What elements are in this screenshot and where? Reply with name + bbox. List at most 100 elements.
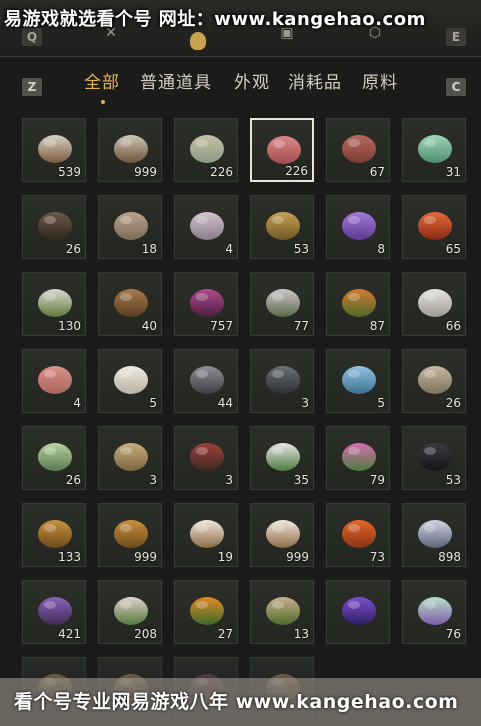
inventory-slot[interactable]: 44	[174, 349, 238, 413]
inventory-slot[interactable]: 53	[402, 426, 466, 490]
item-count: 44	[217, 396, 233, 410]
red-gem-icon	[413, 204, 457, 244]
spark-flower-icon	[413, 512, 457, 552]
next-category-key-c[interactable]: C	[446, 78, 466, 96]
tab-consumables[interactable]: 消耗品	[288, 68, 342, 93]
prev-category-key-z[interactable]: Z	[22, 78, 42, 96]
item-count: 26	[445, 396, 461, 410]
inventory-slot[interactable]: 757	[174, 272, 238, 336]
item-count: 79	[369, 473, 385, 487]
inventory-slot[interactable]: 999	[250, 503, 314, 567]
eggs-icon	[185, 127, 229, 167]
inventory-slot[interactable]: 65	[402, 195, 466, 259]
inventory-slot[interactable]: 226	[250, 118, 314, 182]
grain-sack-icon	[109, 435, 153, 475]
inventory-slot[interactable]: 999	[98, 118, 162, 182]
inventory-slot[interactable]: 79	[326, 426, 390, 490]
inventory-slot[interactable]: 4	[174, 195, 238, 259]
inventory-slot[interactable]: 31	[402, 118, 466, 182]
black-stone-icon	[261, 358, 305, 398]
tab-all[interactable]: 全部	[84, 68, 120, 93]
item-count: 5	[377, 396, 385, 410]
inventory-slot[interactable]: 3	[98, 426, 162, 490]
item-count: 77	[293, 319, 309, 333]
inventory-slot[interactable]: 26	[22, 195, 86, 259]
item-count: 3	[225, 473, 233, 487]
mushrooms-icon	[109, 127, 153, 167]
inventory-slot[interactable]: 8	[326, 195, 390, 259]
melon-icon	[33, 435, 77, 475]
item-count: 130	[58, 319, 81, 333]
inventory-slot[interactable]: 3	[250, 349, 314, 413]
dark-feather-icon	[413, 435, 457, 475]
inventory-slot[interactable]: 3	[174, 426, 238, 490]
inventory-slot[interactable]: 66	[402, 272, 466, 336]
inventory-slot[interactable]	[326, 580, 390, 644]
inventory-slot[interactable]: 4	[22, 349, 86, 413]
purple-flower-icon	[185, 281, 229, 321]
inventory-slot[interactable]: 26	[402, 349, 466, 413]
inventory-slot[interactable]: 53	[250, 195, 314, 259]
item-count: 26	[65, 242, 81, 256]
inventory-slot[interactable]: 73	[326, 503, 390, 567]
inventory-slot[interactable]: 226	[174, 118, 238, 182]
pale-flower-icon	[109, 589, 153, 629]
inventory-slot[interactable]: 18	[98, 195, 162, 259]
tab-appearance[interactable]: 外观	[234, 68, 270, 93]
item-count: 999	[134, 165, 157, 179]
root-icon	[261, 589, 305, 629]
cloth-roll-icon	[185, 204, 229, 244]
inventory-slot[interactable]: 133	[22, 503, 86, 567]
item-count: 898	[438, 550, 461, 564]
item-count: 65	[445, 242, 461, 256]
item-count: 5	[149, 396, 157, 410]
daisy-icon	[261, 435, 305, 475]
item-count: 67	[369, 165, 385, 179]
jade-stone-icon	[413, 127, 457, 167]
white-feather-icon	[413, 281, 457, 321]
bread-icon	[109, 512, 153, 552]
item-count: 76	[445, 627, 461, 641]
inventory-slot[interactable]: 13	[250, 580, 314, 644]
category-bar: Z 全部 普通道具 外观 消耗品 原料 C	[0, 60, 481, 106]
item-count: 53	[293, 242, 309, 256]
top-navigation-bar: Q ✕ ▣ ⬡ E 易游戏就选看个号 网址：www.kangehao.com	[0, 0, 481, 57]
tab-normal-items[interactable]: 普通道具	[140, 68, 212, 93]
item-count: 26	[65, 473, 81, 487]
inventory-slot[interactable]: 898	[402, 503, 466, 567]
inventory-slot[interactable]: 130	[22, 272, 86, 336]
inventory-slot[interactable]: 67	[326, 118, 390, 182]
inventory-slot[interactable]: 76	[402, 580, 466, 644]
item-count: 19	[217, 550, 233, 564]
item-count: 539	[58, 165, 81, 179]
inventory-slot[interactable]: 5	[326, 349, 390, 413]
bone-icon	[413, 358, 457, 398]
inventory-slot[interactable]: 421	[22, 580, 86, 644]
item-count: 226	[210, 165, 233, 179]
item-count: 53	[445, 473, 461, 487]
inventory-slot[interactable]: 999	[98, 503, 162, 567]
inventory-slot[interactable]: 19	[174, 503, 238, 567]
item-count: 87	[369, 319, 385, 333]
item-count: 999	[134, 550, 157, 564]
item-count: 8	[377, 242, 385, 256]
inventory-slot[interactable]: 87	[326, 272, 390, 336]
tab-materials[interactable]: 原料	[362, 68, 398, 93]
inventory-slot[interactable]: 40	[98, 272, 162, 336]
inventory-slot[interactable]: 208	[98, 580, 162, 644]
inventory-slot[interactable]: 539	[22, 118, 86, 182]
watermark-bottom: 看个号专业网易游戏八年 www.kangehao.com	[0, 678, 481, 726]
inventory-slot[interactable]: 77	[250, 272, 314, 336]
inventory-slot[interactable]: 5	[98, 349, 162, 413]
pink-flower-icon	[337, 435, 381, 475]
item-count: 226	[285, 164, 308, 178]
inventory-slot[interactable]: 26	[22, 426, 86, 490]
item-count: 421	[58, 627, 81, 641]
item-count: 13	[293, 627, 309, 641]
bread-icon	[33, 512, 77, 552]
active-tab-indicator	[101, 100, 105, 104]
orange-flower-icon	[337, 281, 381, 321]
inventory-slot[interactable]: 35	[250, 426, 314, 490]
item-count: 757	[210, 319, 233, 333]
inventory-slot[interactable]: 27	[174, 580, 238, 644]
